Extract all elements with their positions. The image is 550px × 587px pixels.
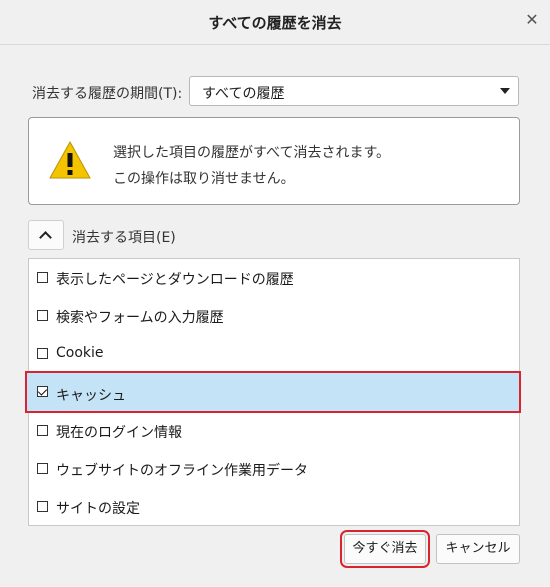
list-item-label: サイトの設定 [56,501,140,517]
warning-icon [49,140,91,179]
list-item-label: 表示したページとダウンロードの履歴 [56,272,294,288]
list-item-cookie[interactable]: Cookie [29,335,519,373]
close-icon[interactable]: ✕ [520,8,544,32]
items-list: 表示したページとダウンロードの履歴 検索やフォームの入力履歴 Cookie キャ… [25,258,521,526]
check-icon [37,386,48,396]
checkbox[interactable] [37,272,48,283]
list-item-offline-data[interactable]: ウェブサイトのオフライン作業用データ [29,450,519,488]
title-bar: すべての履歴を消去 ✕ [0,0,550,45]
checkbox-checked[interactable] [37,386,48,397]
list-item-cache[interactable]: キャッシュ [25,371,521,413]
list-item-site-settings[interactable]: サイトの設定 [29,488,519,526]
warning-box: 選択した項目の履歴がすべて消去されます。 この操作は取り消せません。 [28,117,520,205]
list-item-logins[interactable]: 現在のログイン情報 [29,412,519,450]
dialog-title: すべての履歴を消去 [208,14,342,32]
checkbox[interactable] [37,348,48,359]
list-item-label: ウェブサイトのオフライン作業用データ [56,463,308,479]
list-item-label: Cookie [56,345,104,361]
list-item-label: 現在のログイン情報 [56,425,182,441]
warning-text-line2: この操作は取り消せません。 [113,171,295,187]
period-select[interactable]: すべての履歴 [189,76,519,106]
checkbox[interactable] [37,425,48,436]
chevron-up-icon [39,231,52,244]
list-item-browsing-history[interactable]: 表示したページとダウンロードの履歴 [29,259,519,297]
dropdown-arrow-icon [500,88,510,94]
list-item-label: 検索やフォームの入力履歴 [56,310,224,326]
period-label: 消去する履歴の期間(T): [32,86,183,102]
checkbox[interactable] [37,463,48,474]
cancel-button[interactable]: キャンセル [436,534,520,564]
clear-now-button[interactable]: 今すぐ消去 [340,530,430,568]
clear-history-dialog: すべての履歴を消去 ✕ 消去する履歴の期間(T): すべての履歴 選択した項目の… [0,0,550,587]
list-item-form-history[interactable]: 検索やフォームの入力履歴 [29,297,519,335]
warning-text-line1: 選択した項目の履歴がすべて消去されます。 [113,145,391,161]
checkbox[interactable] [37,310,48,321]
list-item-label: キャッシュ [56,388,126,404]
items-section-label: 消去する項目(E) [72,230,176,246]
period-select-value: すべての履歴 [202,86,285,102]
collapse-items-button[interactable] [28,220,64,250]
checkbox[interactable] [37,501,48,512]
